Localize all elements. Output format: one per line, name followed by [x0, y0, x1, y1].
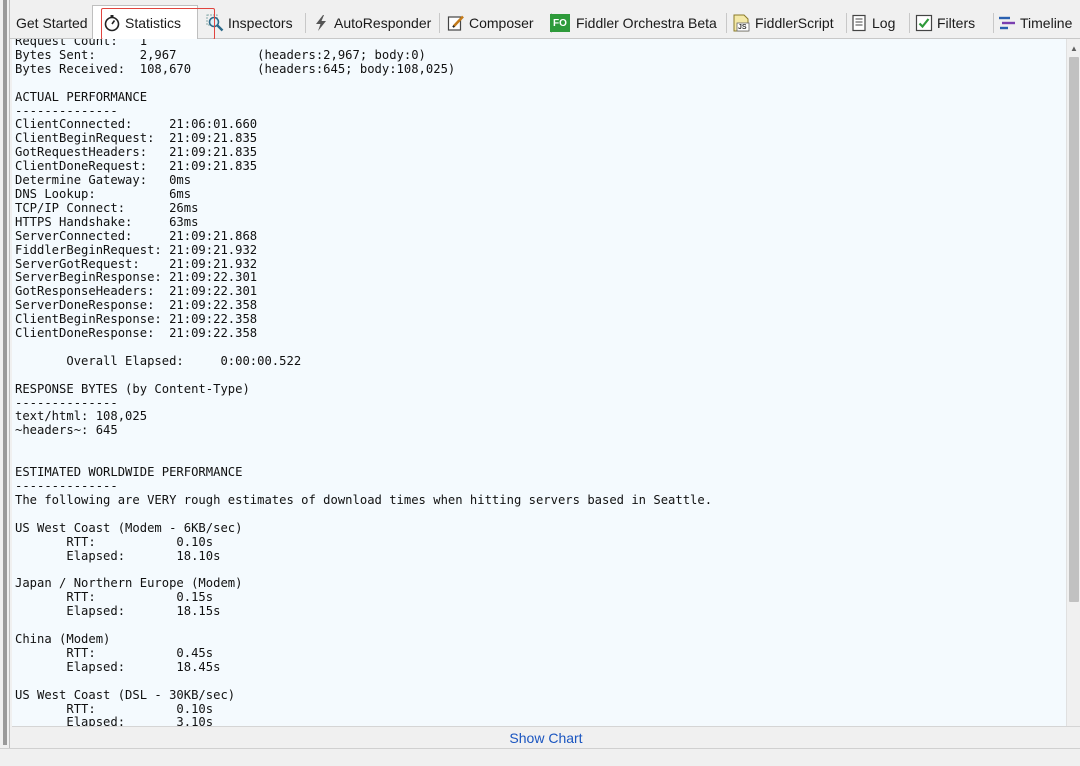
- statistics-line: US West Coast (Modem - 6KB/sec): [15, 520, 243, 535]
- statistics-line: --------------: [15, 395, 118, 410]
- statistics-line: ClientDoneRequest: 21:09:21.835: [15, 159, 258, 174]
- scrollbar-thumb[interactable]: [1069, 57, 1079, 602]
- pencil-icon: [447, 14, 465, 32]
- statistics-line: DNS Lookup: 6ms: [15, 186, 192, 201]
- statistics-line: [15, 508, 712, 522]
- statistics-line: [15, 438, 712, 452]
- js-icon: JS: [731, 13, 751, 33]
- statistics-line: RTT: 0.45s: [15, 645, 214, 660]
- tab-get-started[interactable]: Get Started: [12, 7, 92, 39]
- tab-autoresponder[interactable]: AutoResponder: [308, 7, 435, 39]
- statistics-line: Bytes Sent: 2,967 (headers:2,967; body:0…: [15, 47, 426, 62]
- fo-icon: FO: [550, 14, 570, 32]
- tab-label: Inspectors: [228, 15, 293, 31]
- statistics-line: ClientBeginResponse: 21:09:22.358: [15, 312, 258, 327]
- statistics-line: TCP/IP Connect: 26ms: [15, 200, 199, 215]
- vertical-scrollbar[interactable]: ▲: [1066, 39, 1080, 726]
- tab-label: Get Started: [16, 15, 88, 31]
- tab-label: FiddlerScript: [755, 15, 834, 31]
- statistics-line: [15, 369, 712, 383]
- statistics-line: FiddlerBeginRequest: 21:09:21.932: [15, 242, 258, 257]
- left-pane-edge: [0, 0, 10, 766]
- statistics-line: Elapsed: 3.10s: [15, 715, 214, 726]
- statistics-line: Japan / Northern Europe (Modem): [15, 576, 243, 591]
- tab-bar: Get Started Statistics Inspectors AutoRe…: [10, 5, 1080, 40]
- statistics-line: Bytes Received: 108,670 (headers:645; bo…: [15, 61, 456, 76]
- fo-badge-text: FO: [553, 17, 567, 29]
- timeline-icon: [998, 14, 1016, 32]
- tab-label: Statistics: [125, 14, 182, 31]
- statistics-line: Elapsed: 18.10s: [15, 548, 221, 563]
- statistics-line: Determine Gateway: 0ms: [15, 173, 192, 188]
- statistics-line: China (Modem): [15, 631, 111, 646]
- tab-statistics[interactable]: Statistics: [92, 5, 198, 39]
- tab-divider: [909, 13, 910, 33]
- statistics-line: [15, 77, 712, 91]
- statistics-panel[interactable]: Request Count: 1 Bytes Sent: 2,967 (heade…: [12, 39, 1066, 726]
- statistics-line: ClientConnected: 21:06:01.660: [15, 117, 258, 132]
- tab-fiddler-orchestra-beta[interactable]: FO Fiddler Orchestra Beta: [546, 7, 721, 39]
- tab-label: Filters: [937, 15, 976, 31]
- statistics-line: [15, 341, 712, 355]
- statistics-line: ClientDoneResponse: 21:09:22.358: [15, 326, 258, 341]
- statistics-line: GotRequestHeaders: 21:09:21.835: [15, 145, 258, 160]
- scroll-up-icon[interactable]: ▲: [1069, 43, 1079, 53]
- js-badge-text: JS: [738, 24, 747, 31]
- statistics-line: ServerConnected: 21:09:21.868: [15, 228, 258, 243]
- statistics-line: Elapsed: 18.45s: [15, 659, 221, 674]
- tab-filters[interactable]: Filters: [911, 7, 979, 39]
- statistics-line: US West Coast (DSL - 30KB/sec): [15, 687, 236, 702]
- pane-splitter[interactable]: [3, 0, 7, 745]
- statistics-line: HTTPS Handshake: 63ms: [15, 214, 199, 229]
- tab-label: AutoResponder: [334, 15, 432, 31]
- statistics-line: RTT: 0.10s: [15, 534, 214, 549]
- statistics-line: text/html: 108,025: [15, 409, 148, 424]
- statistics-line: ServerDoneResponse: 21:09:22.358: [15, 298, 258, 313]
- document-icon: [850, 14, 868, 32]
- footer-bar: Show Chart: [12, 726, 1080, 748]
- tab-divider: [439, 13, 440, 33]
- tab-timeline[interactable]: Timeline: [994, 7, 1076, 39]
- show-chart-link[interactable]: Show Chart: [509, 730, 582, 746]
- statistics-line: ServerBeginResponse: 21:09:22.301: [15, 270, 258, 285]
- tab-inspectors[interactable]: Inspectors: [202, 7, 297, 39]
- tab-label: Composer: [469, 15, 534, 31]
- magnifier-icon: [206, 14, 224, 32]
- tab-log[interactable]: Log: [846, 7, 899, 39]
- statistics-line: ESTIMATED WORLDWIDE PERFORMANCE: [15, 465, 243, 480]
- statistics-line: [15, 675, 712, 689]
- statistics-line: Overall Elapsed: 0:00:00.522: [15, 353, 302, 368]
- statistics-line: ~headers~: 645: [15, 423, 118, 438]
- statistics-line: --------------: [15, 103, 118, 118]
- checkbox-icon: [915, 14, 933, 32]
- statistics-line: [15, 452, 712, 466]
- statistics-line: RESPONSE BYTES (by Content-Type): [15, 381, 250, 396]
- tab-label: Log: [872, 15, 896, 31]
- statistics-line: Elapsed: 18.15s: [15, 604, 221, 619]
- statistics-line: --------------: [15, 479, 118, 493]
- statistics-line: ServerGotRequest: 21:09:21.932: [15, 256, 258, 271]
- tab-divider: [305, 13, 306, 33]
- lightning-icon: [312, 14, 330, 32]
- statistics-line: ClientBeginRequest: 21:09:21.835: [15, 131, 258, 146]
- statistics-line: The following are VERY rough estimates o…: [15, 492, 713, 507]
- statistics-line: [15, 619, 712, 633]
- statistics-line: ACTUAL PERFORMANCE: [15, 89, 148, 104]
- statistics-line: GotResponseHeaders: 21:09:22.301: [15, 284, 258, 299]
- tab-label: Fiddler Orchestra Beta: [576, 15, 717, 31]
- bottom-status-strip: [0, 748, 1080, 766]
- statistics-line: RTT: 0.10s: [15, 701, 214, 716]
- tab-fiddlerscript[interactable]: JS FiddlerScript: [727, 7, 838, 39]
- statistics-line: RTT: 0.15s: [15, 590, 214, 605]
- statistics-text: Request Count: 1 Bytes Sent: 2,967 (heade…: [15, 39, 712, 726]
- stopwatch-icon: [103, 14, 121, 32]
- statistics-line: [15, 563, 712, 577]
- tab-label: Timeline: [1020, 15, 1073, 31]
- tab-composer[interactable]: Composer: [443, 7, 538, 39]
